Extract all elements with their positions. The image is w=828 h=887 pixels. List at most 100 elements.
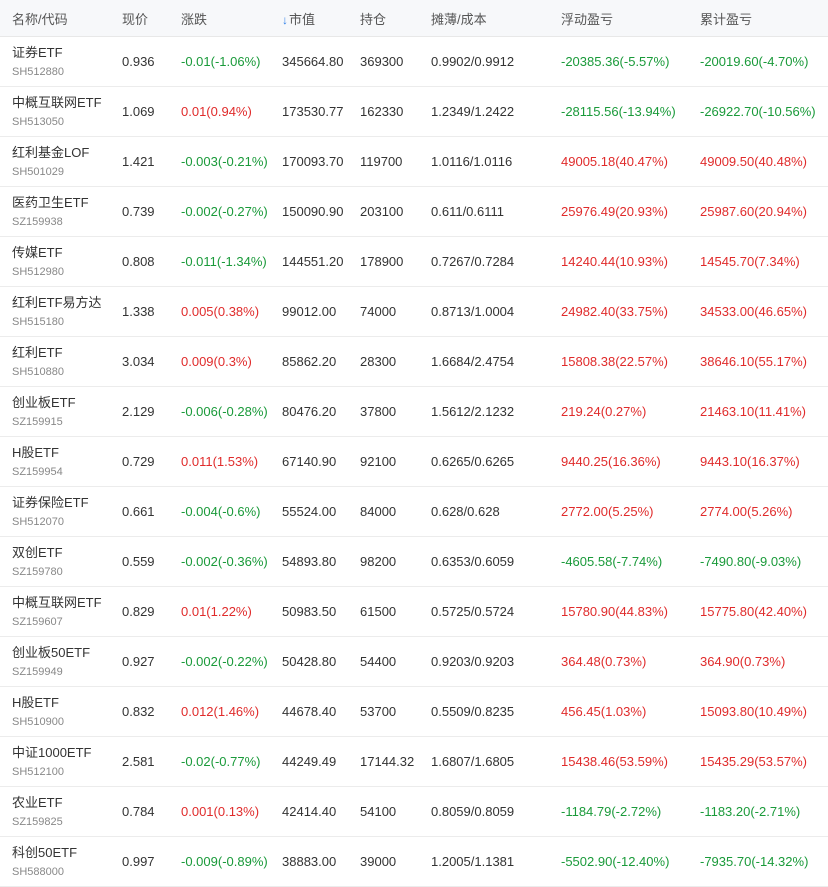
market-value: 42414.40 — [282, 804, 337, 819]
table-row[interactable]: 红利ETF易方达 SH515180 1.338 0.005(0.38%) 99012.0… — [0, 287, 828, 337]
market-value: 54893.80 — [282, 554, 337, 569]
fund-name-cell[interactable]: 证券保险ETF SH512070 — [0, 494, 111, 530]
position: 37800 — [360, 404, 397, 419]
fund-code: SZ159954 — [12, 465, 63, 478]
fund-code: SZ159607 — [12, 615, 63, 628]
header-name-code[interactable]: 名称/代码 — [0, 9, 111, 28]
current-price: 0.661 — [122, 504, 155, 519]
position: 28300 — [360, 354, 397, 369]
float-pl: -5502.90(-12.40%) — [561, 854, 670, 869]
table-row[interactable]: 证券保险ETF SH512070 0.661 -0.004(-0.6%) 55524.0… — [0, 487, 828, 537]
fund-code: SH512980 — [12, 265, 64, 278]
fund-code: SH510880 — [12, 365, 64, 378]
fund-name-cell[interactable]: H股ETF SZ159954 — [0, 444, 111, 480]
position: 119700 — [360, 154, 403, 169]
table-row[interactable]: 医药卫生ETF SZ159938 0.739 -0.002(-0.27%) 150090… — [0, 187, 828, 237]
holdings-table: 名称/代码 现价 涨跌 ↓市值 持仓 摊薄/成本 浮动盈亏 累计盈亏 证券ETF… — [0, 0, 828, 887]
market-value: 44678.40 — [282, 704, 337, 719]
price-change: -0.02(-0.77%) — [181, 754, 261, 769]
fund-name: 科创50ETF — [12, 844, 78, 860]
float-pl: 14240.44(10.93%) — [561, 254, 668, 269]
header-float-pl[interactable]: 浮动盈亏 — [550, 9, 689, 28]
position: 54400 — [360, 654, 397, 669]
table-row[interactable]: 双创ETF SZ159780 0.559 -0.002(-0.36%) 54893.80… — [0, 537, 828, 587]
header-price[interactable]: 现价 — [111, 9, 170, 28]
table-row[interactable]: 传媒ETF SH512980 0.808 -0.011(-1.34%) 144551.2… — [0, 237, 828, 287]
market-value: 144551.20 — [282, 254, 344, 269]
header-cost[interactable]: 摊薄/成本 — [420, 9, 550, 28]
position: 178900 — [360, 254, 404, 269]
fund-name: 传媒ETF — [12, 244, 63, 260]
float-pl: 456.45(1.03%) — [561, 704, 647, 719]
float-pl: 2772.00(5.25%) — [561, 504, 654, 519]
fund-name-cell[interactable]: H股ETF SH510900 — [0, 694, 111, 730]
market-value: 50983.50 — [282, 604, 337, 619]
header-change[interactable]: 涨跌 — [170, 9, 271, 28]
fund-name-cell[interactable]: 传媒ETF SH512980 — [0, 244, 111, 280]
fund-name: H股ETF — [12, 444, 59, 460]
header-position[interactable]: 持仓 — [349, 9, 420, 28]
fund-code: SH512070 — [12, 515, 64, 528]
price-change: 0.01(0.94%) — [181, 104, 252, 119]
table-row[interactable]: 中概互联网ETF SZ159607 0.829 0.01(1.22%) 50983.50… — [0, 587, 828, 637]
fund-name-cell[interactable]: 证券ETF SH512880 — [0, 44, 111, 80]
accum-pl: -1183.20(-2.71%) — [700, 804, 801, 819]
accum-pl: 49009.50(40.48%) — [700, 154, 807, 169]
table-row[interactable]: 证券ETF SH512880 0.936 -0.01(-1.06%) 345664.80… — [0, 37, 828, 87]
fund-name-cell[interactable]: 农业ETF SZ159825 — [0, 794, 111, 830]
cost: 0.6353/0.6059 — [431, 554, 515, 569]
fund-code: SZ159938 — [12, 215, 63, 228]
cost: 0.628/0.628 — [431, 504, 500, 519]
current-price: 0.784 — [122, 804, 155, 819]
table-row[interactable]: 中概互联网ETF SH513050 1.069 0.01(0.94%) 173530.7… — [0, 87, 828, 137]
fund-name-cell[interactable]: 中概互联网ETF SH513050 — [0, 94, 111, 130]
current-price: 2.129 — [122, 404, 155, 419]
market-value: 67140.90 — [282, 454, 337, 469]
header-market-value[interactable]: ↓市值 — [271, 9, 349, 28]
table-body: 证券ETF SH512880 0.936 -0.01(-1.06%) 345664.80… — [0, 37, 828, 887]
accum-pl: 34533.00(46.65%) — [700, 304, 807, 319]
market-value: 170093.70 — [282, 154, 344, 169]
fund-name-cell[interactable]: 科创50ETF SH588000 — [0, 844, 111, 880]
fund-name-cell[interactable]: 红利ETF易方达 SH515180 — [0, 294, 111, 330]
float-pl: 364.48(0.73%) — [561, 654, 647, 669]
fund-name: 中概互联网ETF — [12, 94, 102, 110]
cost: 0.6265/0.6265 — [431, 454, 515, 469]
fund-name-cell[interactable]: 双创ETF SZ159780 — [0, 544, 111, 580]
fund-name-cell[interactable]: 中证1000ETF SH512100 — [0, 744, 111, 780]
fund-code: SH512100 — [12, 765, 64, 778]
cost: 1.2005/1.1381 — [431, 854, 515, 869]
fund-name-cell[interactable]: 创业板ETF SZ159915 — [0, 394, 111, 430]
table-row[interactable]: 创业板50ETF SZ159949 0.927 -0.002(-0.22%) 50428… — [0, 637, 828, 687]
price-change: 0.001(0.13%) — [181, 804, 260, 819]
fund-name-cell[interactable]: 红利基金LOF SH501029 — [0, 144, 111, 180]
table-row[interactable]: 红利ETF SH510880 3.034 0.009(0.3%) 85862.20 283… — [0, 337, 828, 387]
fund-code: SH515180 — [12, 315, 64, 328]
fund-code: SZ159949 — [12, 665, 63, 678]
table-row[interactable]: 农业ETF SZ159825 0.784 0.001(0.13%) 42414.40 54… — [0, 787, 828, 837]
table-row[interactable]: 红利基金LOF SH501029 1.421 -0.003(-0.21%) 170093… — [0, 137, 828, 187]
cost: 1.6684/2.4754 — [431, 354, 515, 369]
position: 74000 — [360, 304, 397, 319]
fund-name-cell[interactable]: 医药卫生ETF SZ159938 — [0, 194, 111, 230]
fund-name: 中证1000ETF — [12, 744, 92, 760]
fund-code: SH512880 — [12, 65, 64, 78]
table-row[interactable]: 创业板ETF SZ159915 2.129 -0.006(-0.28%) 80476.2… — [0, 387, 828, 437]
fund-name-cell[interactable]: 创业板50ETF SZ159949 — [0, 644, 111, 680]
position: 162330 — [360, 104, 404, 119]
accum-pl: -7490.80(-9.03%) — [700, 554, 802, 569]
position: 61500 — [360, 604, 397, 619]
header-accum-pl[interactable]: 累计盈亏 — [689, 9, 828, 28]
float-pl: 15808.38(22.57%) — [561, 354, 668, 369]
price-change: -0.002(-0.27%) — [181, 204, 268, 219]
fund-name-cell[interactable]: 中概互联网ETF SZ159607 — [0, 594, 111, 630]
current-price: 0.808 — [122, 254, 155, 269]
table-row[interactable]: H股ETF SZ159954 0.729 0.011(1.53%) 67140.90 92… — [0, 437, 828, 487]
table-row[interactable]: 中证1000ETF SH512100 2.581 -0.02(-0.77%) 44249… — [0, 737, 828, 787]
fund-name-cell[interactable]: 红利ETF SH510880 — [0, 344, 111, 380]
fund-code: SZ159780 — [12, 565, 63, 578]
table-row[interactable]: 科创50ETF SH588000 0.997 -0.009(-0.89%) 38883.… — [0, 837, 828, 887]
table-row[interactable]: H股ETF SH510900 0.832 0.012(1.46%) 44678.40 53… — [0, 687, 828, 737]
market-value: 55524.00 — [282, 504, 337, 519]
fund-code: SH510900 — [12, 715, 64, 728]
